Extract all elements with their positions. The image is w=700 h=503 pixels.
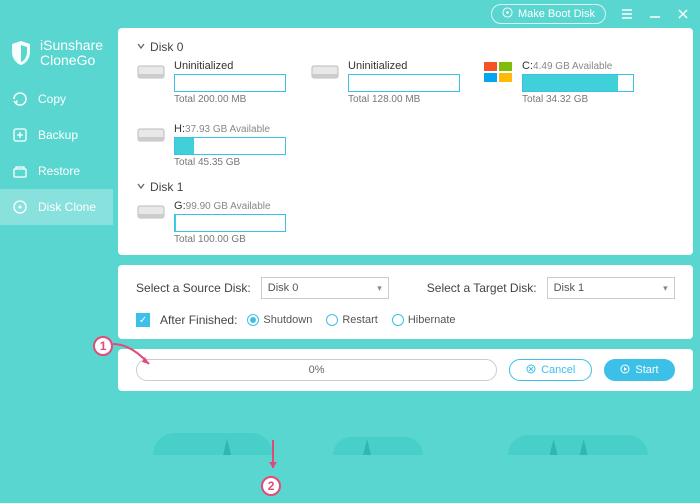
- sidebar-item-disk-clone[interactable]: Disk Clone: [0, 189, 113, 225]
- drive-icon: [136, 125, 166, 145]
- partition[interactable]: G:99.90 GB Available Total 100.00 GB: [136, 200, 290, 245]
- progress-panel: 0% Cancel Start: [118, 349, 693, 391]
- partition-name: H:37.93 GB Available: [174, 123, 290, 135]
- brand-line1: iSunshare: [40, 38, 103, 53]
- copy-icon: [12, 91, 28, 107]
- partition-name: Uninitialized: [348, 60, 464, 72]
- sidebar-item-copy[interactable]: Copy: [0, 81, 113, 117]
- partition-total: Total 45.35 GB: [174, 157, 290, 168]
- windows-icon: [484, 62, 514, 82]
- partition-name: Uninitialized: [174, 60, 290, 72]
- callout-arrow-1: [111, 342, 155, 372]
- menu-icon[interactable]: [620, 7, 634, 21]
- backup-icon: [12, 127, 28, 143]
- usage-bar: [174, 214, 286, 232]
- partition-total: Total 128.00 MB: [348, 94, 464, 105]
- disk-title: Disk 1: [150, 180, 183, 194]
- minimize-icon[interactable]: [648, 7, 662, 21]
- partition-total: Total 200.00 MB: [174, 94, 290, 105]
- target-disk-label: Select a Target Disk:: [427, 281, 537, 295]
- radio-icon: [392, 314, 404, 326]
- target-disk-value: Disk 1: [554, 282, 585, 294]
- partition[interactable]: C:4.49 GB Available Total 34.32 GB: [484, 60, 638, 105]
- source-disk-value: Disk 0: [268, 282, 299, 294]
- sidebar-item-label: Backup: [38, 128, 78, 142]
- usage-bar: [522, 74, 634, 92]
- sidebar-item-label: Restore: [38, 164, 80, 178]
- sidebar-item-label: Disk Clone: [38, 200, 96, 214]
- content-area: Disk 0 UninitializedTotal 200.00 MBUnini…: [113, 28, 700, 503]
- partition-name: C:4.49 GB Available: [522, 60, 638, 72]
- usage-bar: [348, 74, 460, 92]
- chevron-down-icon: [136, 180, 146, 194]
- drive-icon: [136, 62, 166, 82]
- callout-2: 2: [261, 476, 281, 496]
- after-finished-checkbox[interactable]: ✓: [136, 313, 150, 327]
- source-disk-select[interactable]: Disk 0 ▾: [261, 277, 389, 299]
- shield-icon: [10, 40, 32, 66]
- cancel-icon: [526, 364, 536, 377]
- callout-arrow-2: [263, 438, 283, 474]
- chevron-down-icon: ▾: [663, 283, 668, 294]
- target-disk-select[interactable]: Disk 1 ▾: [547, 277, 675, 299]
- make-boot-disk-label: Make Boot Disk: [518, 8, 595, 20]
- radio-icon: [326, 314, 338, 326]
- start-label: Start: [635, 364, 658, 376]
- disk-1-header[interactable]: Disk 1: [136, 180, 675, 194]
- disk-clone-icon: [12, 199, 28, 215]
- cancel-button[interactable]: Cancel: [509, 359, 592, 381]
- disk-0-header[interactable]: Disk 0: [136, 40, 675, 54]
- radio-icon: [247, 314, 259, 326]
- app-logo: iSunshare CloneGo: [0, 36, 113, 81]
- partition-name: G:99.90 GB Available: [174, 200, 290, 212]
- usage-bar: [174, 74, 286, 92]
- after-finished-label: After Finished:: [160, 313, 237, 327]
- clone-settings-panel: Select a Source Disk: Disk 0 ▾ Select a …: [118, 265, 693, 339]
- sidebar: iSunshare CloneGo Copy Backup Restore Di…: [0, 28, 113, 503]
- sidebar-item-label: Copy: [38, 92, 66, 106]
- sidebar-item-restore[interactable]: Restore: [0, 153, 113, 189]
- play-icon: [620, 364, 630, 377]
- cancel-label: Cancel: [541, 364, 575, 376]
- titlebar: Make Boot Disk: [0, 0, 700, 28]
- disks-panel: Disk 0 UninitializedTotal 200.00 MBUnini…: [118, 28, 693, 255]
- partition[interactable]: H:37.93 GB Available Total 45.35 GB: [136, 123, 290, 168]
- partition[interactable]: Uninitialized Total 200.00 MB: [136, 60, 290, 105]
- chevron-down-icon: [136, 40, 146, 54]
- after-option-restart[interactable]: Restart: [326, 314, 377, 326]
- after-option-shutdown[interactable]: Shutdown: [247, 314, 312, 326]
- callout-1: 1: [93, 336, 113, 356]
- radio-label: Restart: [342, 314, 377, 326]
- disk-title: Disk 0: [150, 40, 183, 54]
- sidebar-item-backup[interactable]: Backup: [0, 117, 113, 153]
- partition[interactable]: Uninitialized Total 128.00 MB: [310, 60, 464, 105]
- partition-total: Total 100.00 GB: [174, 234, 290, 245]
- usage-bar: [174, 137, 286, 155]
- progress-bar: 0%: [136, 359, 497, 381]
- decorative-scenery: [113, 421, 700, 455]
- chevron-down-icon: ▾: [377, 283, 382, 294]
- start-button[interactable]: Start: [604, 359, 674, 381]
- close-icon[interactable]: [676, 7, 690, 21]
- radio-label: Hibernate: [408, 314, 456, 326]
- source-disk-label: Select a Source Disk:: [136, 281, 251, 295]
- make-boot-disk-button[interactable]: Make Boot Disk: [491, 4, 606, 24]
- restore-icon: [12, 163, 28, 179]
- radio-label: Shutdown: [263, 314, 312, 326]
- progress-value: 0%: [309, 364, 325, 376]
- brand-line2: CloneGo: [40, 53, 103, 68]
- drive-icon: [310, 62, 340, 82]
- drive-icon: [136, 202, 166, 222]
- disc-icon: [502, 7, 513, 21]
- after-option-hibernate[interactable]: Hibernate: [392, 314, 456, 326]
- partition-total: Total 34.32 GB: [522, 94, 638, 105]
